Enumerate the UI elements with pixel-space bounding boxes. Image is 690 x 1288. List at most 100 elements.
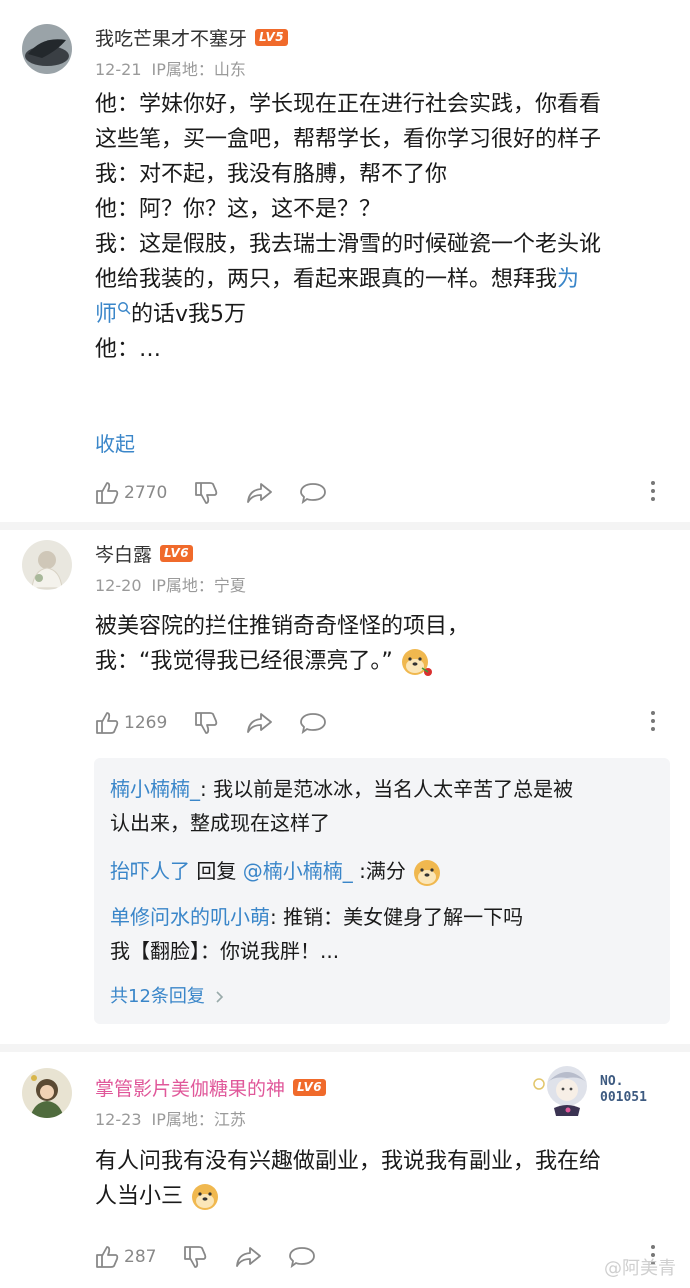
reply-username[interactable]: 抬吓人了	[110, 859, 190, 883]
doge-emoji-icon	[192, 1184, 219, 1210]
username[interactable]: 岑白露 LV6	[95, 540, 194, 567]
reply-item[interactable]: 单修问水的叽小萌: 推销：美女健身了解一下吗 我【翻脸】：你说我胖！...	[110, 900, 655, 968]
ip-location: IP属地：山东	[151, 60, 246, 79]
text-line: 被美容院的拦住推销奇奇怪怪的项目，	[95, 614, 470, 639]
reply-text: : 推销：美女健身了解一下吗	[270, 905, 524, 929]
username[interactable]: 我吃芒果才不塞牙 LV5	[95, 24, 289, 51]
text-line: 单修问水的叽小萌: 推销：美女健身了解一下吗	[110, 900, 655, 934]
username-text[interactable]: 岑白露	[95, 540, 152, 567]
text-line: 抬吓人了 回复 @楠小楠楠_ :满分	[110, 854, 655, 888]
comment-text: 他：学妹你好，学长现在正在进行社会实践，你看看 这些笔，买一盒吧，帮帮学长，看你…	[95, 87, 660, 367]
doge-rose-emoji-icon	[401, 649, 432, 676]
thumbs-down-icon	[195, 482, 218, 504]
avatar[interactable]	[22, 540, 72, 590]
comment-icon	[300, 483, 327, 505]
text-segment: 我：“我觉得我已经很漂亮了。”	[95, 649, 393, 674]
badge-number: 001051	[600, 1090, 647, 1105]
share-icon	[236, 1247, 262, 1267]
reply-text: :满分	[352, 859, 406, 883]
more-vertical-icon	[651, 481, 655, 501]
text-line: 他：学妹你好，学长现在正在进行社会实践，你看看	[95, 92, 602, 117]
username[interactable]: 掌管影片美伽糖果的神 LV6	[95, 1074, 327, 1101]
thumbs-up-icon	[96, 712, 119, 734]
text-line: 我：“我觉得我已经很漂亮了。”	[95, 644, 660, 679]
comment-icon	[300, 713, 327, 735]
text-segment: 他给我装的，两只，看起来跟真的一样。想拜我	[95, 267, 558, 292]
comment-date: 12-21	[95, 60, 142, 79]
more-options-button[interactable]	[650, 480, 656, 506]
fan-badge[interactable]: NO. 001051	[532, 1062, 662, 1122]
reply-text: 认出来，整成现在这样了	[110, 811, 330, 835]
reply-item[interactable]: 抬吓人了 回复 @楠小楠楠_ :满分	[110, 854, 655, 888]
comment-button[interactable]	[288, 1244, 316, 1270]
reply-label: 回复	[190, 859, 243, 883]
like-count: 287	[124, 1247, 157, 1267]
anime-avatar-badge-icon	[533, 1066, 587, 1116]
comment-text: 被美容院的拦住推销奇奇怪怪的项目， 我：“我觉得我已经很漂亮了。”	[95, 609, 660, 679]
username-text[interactable]: 我吃芒果才不塞牙	[95, 24, 247, 51]
collapse-link[interactable]: 收起	[95, 428, 135, 457]
dislike-button[interactable]	[182, 1244, 208, 1270]
text-segment: 的话v我5万	[131, 302, 247, 327]
reply-text: 我【翻脸】：你说我胖！...	[110, 939, 340, 963]
text-line: 他：阿？你？这，这不是？？	[95, 197, 382, 222]
watermark: @阿美青	[604, 1258, 676, 1279]
divider	[0, 522, 690, 530]
share-button[interactable]	[234, 1244, 262, 1270]
share-icon	[247, 483, 273, 503]
level-badge: LV6	[293, 1079, 327, 1096]
thumbs-down-icon	[184, 1246, 207, 1268]
comment-button[interactable]	[299, 480, 327, 506]
like-button[interactable]: 287	[94, 1244, 156, 1270]
reply-total-label: 共12条回复	[110, 986, 205, 1007]
reply-username[interactable]: 楠小楠楠_	[110, 777, 200, 801]
more-vertical-icon	[651, 711, 655, 731]
thumbs-up-icon	[96, 1246, 119, 1268]
action-bar: 287	[94, 1242, 674, 1272]
thumbs-up-icon	[96, 482, 119, 504]
like-count: 1269	[124, 713, 168, 733]
share-icon	[247, 713, 273, 733]
dislike-button[interactable]	[193, 480, 219, 506]
doge-emoji-icon	[414, 859, 441, 886]
avatar[interactable]	[22, 1068, 72, 1118]
replies-panel: 楠小楠楠_: 我以前是范冰冰，当名人太辛苦了总是被 认出来，整成现在这样了 抬吓…	[94, 758, 670, 1024]
level-badge: LV5	[255, 29, 289, 46]
reply-username[interactable]: 单修问水的叽小萌	[110, 905, 270, 929]
comment-date: 12-20	[95, 576, 142, 595]
text-line: 这些笔，买一盒吧，帮帮学长，看你学习很好的样子	[95, 127, 602, 152]
share-button[interactable]	[245, 710, 273, 736]
comment-text: 有人问我有没有兴趣做副业，我说我有副业，我在给 人当小三	[95, 1144, 660, 1214]
thumbs-down-icon	[195, 712, 218, 734]
text-segment: 人当小三	[95, 1184, 184, 1209]
text-line: 人当小三	[95, 1179, 660, 1214]
text-line: 师的话v我5万	[95, 297, 660, 332]
chevron-right-icon	[216, 991, 223, 1003]
reply-text: : 我以前是范冰冰，当名人太辛苦了总是被	[200, 777, 574, 801]
search-link[interactable]: 为	[557, 267, 579, 292]
comment-date: 12-23	[95, 1110, 142, 1129]
like-button[interactable]: 2770	[94, 480, 167, 506]
like-count: 2770	[124, 483, 168, 503]
username-text[interactable]: 掌管影片美伽糖果的神	[95, 1074, 285, 1101]
text-line: 有人问我有没有兴趣做副业，我说我有副业，我在给	[95, 1149, 602, 1174]
divider	[0, 1044, 690, 1052]
more-options-button[interactable]	[650, 710, 656, 736]
text-line: 我：对不起，我没有胳膊，帮不了你	[95, 162, 448, 187]
comment-button[interactable]	[299, 710, 327, 736]
text-line: 他给我装的，两只，看起来跟真的一样。想拜我为	[95, 262, 660, 297]
comment-icon	[289, 1247, 316, 1269]
avatar[interactable]	[22, 24, 72, 74]
reply-mention[interactable]: @楠小楠楠_	[243, 859, 353, 883]
share-button[interactable]	[245, 480, 273, 506]
ip-location: IP属地：江苏	[151, 1110, 246, 1129]
dislike-button[interactable]	[193, 710, 219, 736]
like-button[interactable]: 1269	[94, 710, 167, 736]
comment-meta: 12-20 IP属地：宁夏	[95, 572, 256, 596]
search-link[interactable]: 师	[95, 302, 117, 327]
ip-location: IP属地：宁夏	[151, 576, 246, 595]
reply-item[interactable]: 楠小楠楠_: 我以前是范冰冰，当名人太辛苦了总是被 认出来，整成现在这样了	[110, 772, 655, 840]
view-all-replies-link[interactable]: 共12条回复	[110, 982, 225, 1008]
search-icon[interactable]	[117, 301, 131, 315]
action-bar: 2770	[94, 478, 674, 508]
